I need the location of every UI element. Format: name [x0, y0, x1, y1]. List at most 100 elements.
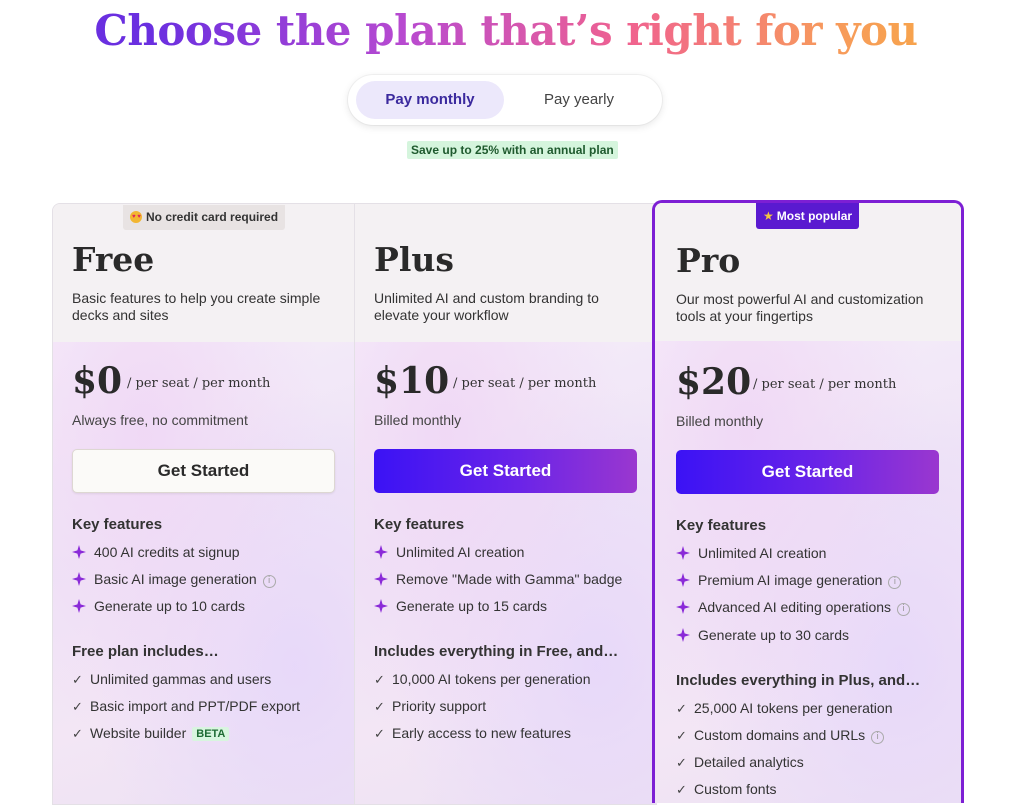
sparkle-icon: [676, 600, 690, 614]
beta-badge: BETA: [192, 727, 230, 741]
include-label: Custom fonts: [694, 781, 777, 797]
sparkle-icon: [676, 628, 690, 642]
include-label: Unlimited gammas and users: [90, 671, 272, 687]
feature-item: Unlimited AI creation: [374, 544, 524, 560]
checkmark-icon: ✓: [676, 755, 687, 770]
billing-note: Always free, no commitment: [72, 412, 248, 428]
info-icon[interactable]: i: [897, 603, 911, 616]
include-label: Basic import and PPT/PDF export: [90, 698, 301, 714]
feature-label: Unlimited AI creation: [396, 544, 525, 560]
sparkle-icon: [374, 572, 388, 586]
include-item: ✓ Priority support: [374, 698, 486, 715]
feature-label: Generate up to 10 cards: [94, 598, 245, 614]
plan-price: $0: [72, 360, 123, 402]
plan-card-plus: Plus Unlimited AI and custom branding to…: [354, 203, 657, 805]
checkmark-icon: ✓: [676, 728, 687, 743]
include-label: Custom domains and URLs: [694, 727, 866, 743]
billing-note: Billed monthly: [676, 413, 764, 429]
feature-label: Basic AI image generation: [94, 571, 257, 587]
include-item: ✓ 10,000 AI tokens per generation: [374, 671, 590, 688]
feature-item: Basic AI image generation i: [72, 571, 276, 588]
feature-label: Advanced AI editing operations: [698, 599, 892, 615]
includes-heading: Includes everything in Plus, and…: [676, 672, 921, 689]
include-item: ✓ Unlimited gammas and users: [72, 671, 271, 688]
checkmark-icon: ✓: [374, 699, 385, 714]
plan-name: Plus: [374, 240, 454, 279]
most-popular-badge: ★ Most popular: [756, 203, 860, 229]
feature-item: Generate up to 15 cards: [374, 598, 547, 614]
get-started-button[interactable]: Get Started: [676, 450, 939, 494]
page-title: Choose the plan that’s right for you: [0, 6, 1012, 55]
feature-label: 400 AI credits at signup: [94, 544, 240, 560]
price-period: / per seat / per month: [453, 376, 597, 391]
feature-item: Unlimited AI creation: [676, 545, 826, 561]
star-icon: ★: [763, 209, 774, 223]
pay-monthly-option[interactable]: Pay monthly: [356, 81, 504, 119]
feature-item: 400 AI credits at signup: [72, 544, 240, 560]
include-label: 10,000 AI tokens per generation: [392, 671, 591, 687]
checkmark-icon: ✓: [676, 701, 687, 716]
include-item: ✓ Basic import and PPT/PDF export: [72, 698, 300, 715]
feature-label: Premium AI image generation: [698, 572, 883, 588]
include-label: Priority support: [392, 698, 487, 714]
plan-name: Pro: [676, 241, 741, 280]
billing-toggle: Pay monthly Pay yearly: [348, 75, 662, 125]
include-item: ✓ Early access to new features: [374, 725, 571, 742]
feature-item: Premium AI image generation i: [676, 572, 902, 589]
checkmark-icon: ✓: [72, 672, 83, 687]
sparkle-icon: [676, 546, 690, 560]
sparkle-icon: [72, 545, 86, 559]
info-icon[interactable]: i: [262, 575, 276, 588]
get-started-button[interactable]: Get Started: [72, 449, 335, 493]
sparkle-icon: [374, 599, 388, 613]
info-icon[interactable]: i: [888, 576, 902, 589]
plan-description: Our most powerful AI and customization t…: [676, 291, 924, 324]
include-label: 25,000 AI tokens per generation: [694, 700, 893, 716]
key-features-heading: Key features: [676, 517, 767, 534]
checkmark-icon: ✓: [374, 672, 385, 687]
plan-description: Unlimited AI and custom branding to elev…: [374, 290, 599, 323]
no-credit-card-badge: ♥ ♥ No credit card required: [123, 205, 286, 230]
price-period: / per seat / per month: [753, 377, 897, 392]
feature-label: Generate up to 30 cards: [698, 627, 849, 643]
sparkle-icon: [72, 572, 86, 586]
info-icon[interactable]: i: [871, 731, 885, 744]
sparkle-icon: [72, 599, 86, 613]
includes-heading: Free plan includes…: [72, 643, 219, 660]
include-item: ✓ Website builder BETA: [72, 725, 230, 742]
no-credit-card-label: No credit card required: [146, 210, 279, 224]
plan-description: Basic features to help you create simple…: [72, 290, 321, 323]
plan-price: $10: [374, 360, 450, 402]
include-item: ✓ 25,000 AI tokens per generation: [676, 700, 892, 717]
price-period: / per seat / per month: [127, 376, 271, 391]
sparkle-icon: [676, 573, 690, 587]
feature-item: Generate up to 30 cards: [676, 627, 849, 643]
plan-price: $20: [676, 361, 752, 403]
checkmark-icon: ✓: [676, 782, 687, 797]
include-item: ✓ Detailed analytics: [676, 754, 804, 771]
most-popular-label: Most popular: [776, 209, 853, 223]
checkmark-icon: ✓: [72, 699, 83, 714]
feature-item: Remove "Made with Gamma" badge: [374, 571, 622, 587]
feature-item: Generate up to 10 cards: [72, 598, 245, 614]
key-features-heading: Key features: [72, 516, 163, 533]
key-features-heading: Key features: [374, 516, 465, 533]
heart-eyes-icon: ♥ ♥: [130, 211, 142, 223]
include-label: Website builder: [90, 725, 187, 741]
sparkle-icon: [374, 545, 388, 559]
feature-label: Generate up to 15 cards: [396, 598, 547, 614]
includes-heading: Includes everything in Free, and…: [374, 643, 619, 660]
annual-savings-badge: Save up to 25% with an annual plan: [407, 141, 618, 159]
include-label: Detailed analytics: [694, 754, 804, 770]
checkmark-icon: ✓: [374, 726, 385, 741]
billing-note: Billed monthly: [374, 412, 462, 428]
feature-item: Advanced AI editing operations i: [676, 599, 911, 616]
feature-label: Remove "Made with Gamma" badge: [396, 571, 623, 587]
pay-yearly-option[interactable]: Pay yearly: [504, 81, 654, 119]
include-label: Early access to new features: [392, 725, 571, 741]
get-started-button[interactable]: Get Started: [374, 449, 637, 493]
include-item: ✓ Custom domains and URLs i: [676, 727, 885, 744]
plan-name: Free: [72, 240, 155, 279]
plan-card-pro: Pro Our most powerful AI and customizati…: [652, 200, 964, 803]
checkmark-icon: ✓: [72, 726, 83, 741]
